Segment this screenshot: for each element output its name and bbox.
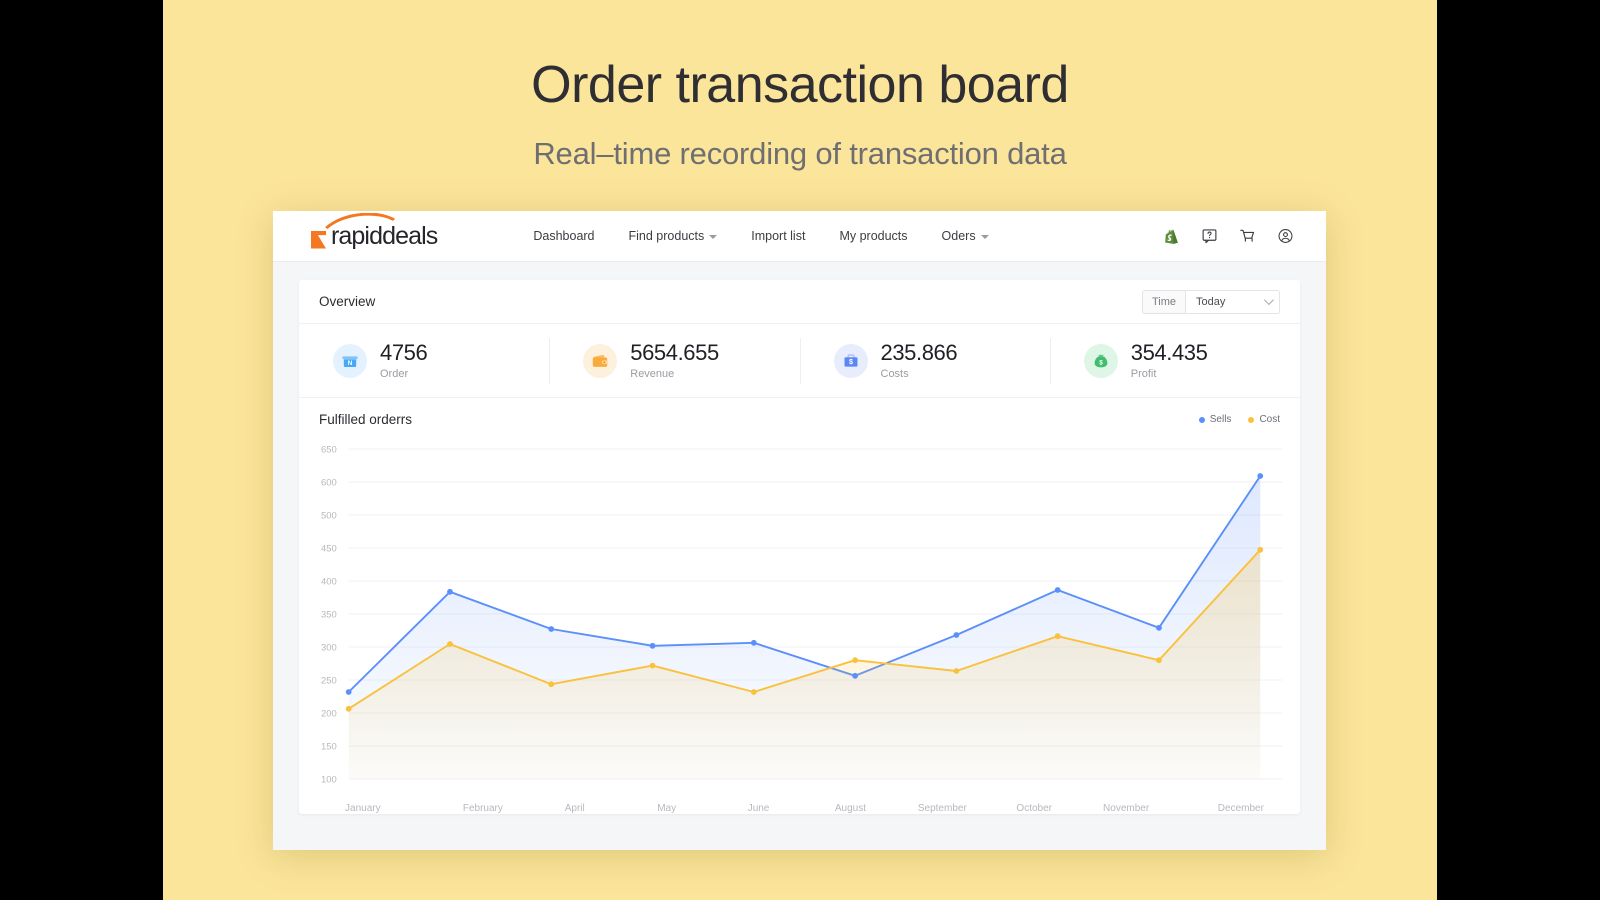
nav-item-import-list[interactable]: Import list bbox=[751, 229, 805, 243]
costs-briefcase-icon: $ bbox=[833, 343, 868, 378]
svg-text:650: 650 bbox=[321, 444, 337, 455]
overview-card: Overview Time Today N 4756 Order 5654.65… bbox=[299, 280, 1300, 814]
stat-card-revenue: 5654.655 Revenue bbox=[549, 337, 799, 384]
svg-text:600: 600 bbox=[321, 477, 337, 488]
time-filter: Time Today bbox=[1141, 289, 1280, 314]
stat-value: 5654.655 bbox=[630, 340, 719, 366]
svg-text:$: $ bbox=[1099, 359, 1103, 366]
account-circle-icon[interactable] bbox=[1277, 227, 1294, 245]
svg-text:100: 100 bbox=[321, 774, 337, 785]
wallet-icon bbox=[583, 343, 618, 378]
nav-icon-group bbox=[1163, 227, 1294, 245]
stat-label: Revenue bbox=[630, 367, 675, 380]
chevron-down-icon bbox=[980, 235, 989, 239]
stat-value: 235.866 bbox=[880, 340, 958, 366]
svg-text:150: 150 bbox=[321, 741, 337, 752]
nav-item-dashboard[interactable]: Dashboard bbox=[533, 229, 594, 243]
nav-item-my-products[interactable]: My products bbox=[839, 229, 907, 243]
svg-text:300: 300 bbox=[321, 642, 337, 653]
chart-plot: 650 600 500 450 400 350 300 250 200 150 100 bbox=[299, 433, 1300, 805]
svg-text:N: N bbox=[348, 360, 353, 367]
nav-item-oders[interactable]: Oders bbox=[942, 229, 989, 243]
nav-item-label: My products bbox=[839, 229, 908, 243]
stat-value: 354.435 bbox=[1130, 340, 1208, 366]
time-filter-label: Time bbox=[1141, 289, 1185, 314]
nav-item-label: Dashboard bbox=[533, 229, 595, 243]
legend-item-cost[interactable]: Cost bbox=[1248, 414, 1280, 425]
stat-card-order: N 4756 Order bbox=[299, 338, 549, 384]
nav-item-label: Oders bbox=[941, 229, 976, 243]
legend-swatch bbox=[1198, 416, 1205, 423]
brand-logo[interactable]: rapiddeals bbox=[311, 223, 438, 249]
legend-label: Cost bbox=[1259, 414, 1280, 425]
chevron-down-icon bbox=[709, 235, 718, 239]
svg-text:200: 200 bbox=[321, 708, 337, 719]
legend-label: Sells bbox=[1209, 414, 1232, 425]
chart-legend: Sells Cost bbox=[1198, 414, 1280, 425]
line-chart[interactable]: 650 600 500 450 400 350 300 250 200 150 100 bbox=[303, 433, 1296, 805]
rapiddeals-arc-icon bbox=[317, 213, 401, 239]
svg-text:250: 250 bbox=[321, 675, 337, 686]
overview-title: Overview bbox=[319, 294, 376, 309]
svg-text:400: 400 bbox=[321, 576, 337, 587]
nav-item-label: Find products bbox=[628, 229, 705, 243]
svg-text:450: 450 bbox=[321, 543, 337, 554]
stat-value: 4756 bbox=[380, 340, 428, 366]
dashboard-page: Overview Time Today N 4756 Order 5654.65… bbox=[273, 262, 1326, 814]
time-filter-value: Today bbox=[1196, 295, 1226, 308]
time-filter-select[interactable]: Today bbox=[1185, 289, 1280, 314]
poster-stage: Order transaction board Real–time record… bbox=[163, 0, 1437, 900]
stat-label: Order bbox=[380, 367, 409, 380]
stats-row: N 4756 Order 5654.655 Revenue $ 235.866 … bbox=[299, 324, 1300, 398]
overview-header: Overview Time Today bbox=[299, 280, 1300, 324]
nav-item-label: Import list bbox=[751, 229, 806, 243]
hero-section: Order transaction board Real–time record… bbox=[163, 0, 1437, 172]
help-question-icon[interactable] bbox=[1201, 227, 1218, 245]
stat-card-profit: $ 354.435 Profit bbox=[1049, 337, 1300, 384]
page-title: Order transaction board bbox=[531, 56, 1069, 114]
top-navbar: rapiddeals Dashboard Find products Impor… bbox=[273, 211, 1326, 262]
legend-swatch bbox=[1248, 416, 1255, 423]
svg-text:$: $ bbox=[849, 358, 853, 366]
chart-title: Fulfilled orderrs bbox=[319, 412, 413, 427]
chart-header: Fulfilled orderrs Sells Cost bbox=[299, 398, 1300, 433]
stat-card-costs: $ 235.866 Costs bbox=[799, 337, 1050, 384]
order-box-icon: N bbox=[333, 343, 367, 378]
shopify-bag-icon[interactable] bbox=[1163, 227, 1180, 245]
stat-label: Profit bbox=[1130, 367, 1157, 380]
money-bag-icon: $ bbox=[1083, 343, 1118, 378]
nav-links: Dashboard Find products Import list My p… bbox=[533, 229, 989, 243]
svg-text:500: 500 bbox=[321, 510, 337, 521]
stat-label: Costs bbox=[880, 367, 909, 380]
chevron-down-icon bbox=[1263, 295, 1274, 306]
app-window: rapiddeals Dashboard Find products Impor… bbox=[273, 211, 1326, 850]
svg-text:350: 350 bbox=[321, 609, 337, 620]
nav-item-find-products[interactable]: Find products bbox=[629, 229, 718, 243]
legend-item-sells[interactable]: Sells bbox=[1198, 414, 1232, 425]
shopping-cart-icon[interactable] bbox=[1239, 227, 1256, 245]
page-subtitle: Real–time recording of transaction data bbox=[533, 135, 1067, 171]
